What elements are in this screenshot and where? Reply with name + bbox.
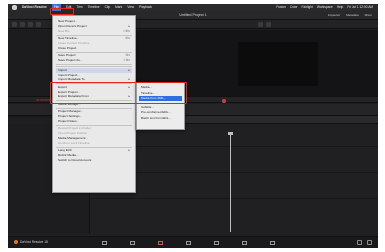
zoom-icon[interactable]: [266, 22, 271, 27]
menu-item-shortcut: ⇧⌘S: [122, 57, 130, 62]
page-fusion-button[interactable]: [184, 240, 192, 246]
file-menu-item-switch-to-cloud-account[interactable]: Switch to Cloud Account: [56, 158, 132, 163]
menu-fairlight[interactable]: Fairlight: [302, 4, 313, 11]
menu-item-label: Lang ECF: [58, 148, 72, 152]
menu-workspace[interactable]: Workspace: [317, 4, 333, 11]
menu-item-label: Switch to Cloud Account: [58, 157, 92, 162]
file-menu-item-close-project[interactable]: Close Project: [56, 46, 132, 51]
metadata-button[interactable]: Metadata: [346, 13, 359, 17]
media-page-icon: [101, 241, 107, 245]
menu-item-label: Save Project: [58, 53, 76, 57]
file-menu-item-new-bin: New Bin ⇧⌘N: [56, 29, 132, 34]
color-page-icon: [213, 241, 219, 245]
import-submenu-item-pre-conformed-edl[interactable]: Pre-conformed EDL...: [139, 110, 182, 115]
menu-item-label: Open Recent Project: [58, 23, 87, 28]
apple-icon[interactable]: [12, 5, 17, 10]
menu-item-label: Import: [58, 67, 67, 72]
mixer-button[interactable]: Mixer: [365, 13, 372, 17]
page-deliver-button[interactable]: [268, 240, 276, 246]
menu-item-label: Project Settings...: [58, 114, 83, 118]
brand-text: DaVinci Resolve 18: [20, 240, 48, 244]
menu-separator: [56, 63, 132, 65]
settings-icon[interactable]: [367, 240, 372, 245]
menu-app-name[interactable]: DaVinci Resolve: [22, 4, 47, 11]
home-icon[interactable]: [357, 240, 362, 245]
menu-item-label: Import Project...: [58, 72, 80, 77]
viewer-mode-icon[interactable]: [258, 22, 263, 27]
file-menu-item-save-project-as[interactable]: Save Project As... ⇧⌘S: [56, 58, 132, 63]
menubar-clock: Fri Jul 1 12:00 AM: [347, 5, 373, 9]
page-navigation-bar: DaVinci Resolve 18: [8, 236, 378, 248]
menu-fusion[interactable]: Fusion: [276, 4, 286, 11]
fusion-page-icon: [185, 241, 191, 245]
menu-item-label: New Project...: [58, 19, 78, 23]
resolve-screen: DaVinci Resolve File Edit Trim Timeline …: [8, 4, 378, 248]
menu-item-label: Import Metadata To: [58, 77, 85, 82]
file-menu-dropdown: New Project... Open Recent Project ▸ New Bi…: [52, 15, 136, 193]
menu-item-label: Open Project Archive: [58, 131, 88, 135]
page-edit-button[interactable]: [156, 240, 164, 246]
file-menu-item-project-notes[interactable]: Project Notes...: [56, 119, 132, 124]
menu-trim[interactable]: Trim: [76, 4, 82, 11]
menu-item-label: Project Manager...: [58, 109, 84, 114]
highlight-box-import: [50, 82, 187, 104]
viewer-frame: [238, 42, 318, 86]
menu-item-label: Save Project As...: [58, 57, 83, 62]
inspector-button[interactable]: Inspector: [328, 13, 340, 17]
page-fairlight-button[interactable]: [240, 240, 248, 246]
sound-library-icon[interactable]: [36, 22, 41, 27]
brand-label: DaVinci Resolve 18: [14, 240, 48, 245]
menu-mark[interactable]: Mark: [115, 4, 122, 11]
import-submenu-item-batch-list-from-edl[interactable]: Batch List from EDL...: [139, 116, 182, 121]
page-media-button[interactable]: [100, 240, 108, 246]
edit-index-icon[interactable]: [28, 22, 33, 27]
menu-item-label: Reveal Project in Finder: [58, 126, 92, 131]
menu-color[interactable]: Color: [290, 4, 298, 11]
highlight-box-file-menu: [50, 8, 74, 15]
menu-timeline[interactable]: Timeline: [88, 4, 100, 11]
menu-item-label: Relink Media...: [58, 152, 79, 157]
fairlight-page-icon: [241, 241, 247, 245]
playhead-line: [230, 134, 231, 232]
resolve-logo-icon: [14, 240, 18, 245]
menu-item-label: New Bin: [58, 28, 70, 33]
menu-item-label: Conform Lock Timeline: [58, 140, 90, 145]
menubar-right: Fusion Color Fairlight Workspace Help Fr…: [276, 4, 373, 11]
menu-item-label: New Timeline...: [58, 36, 80, 40]
menu-item-label: Close Project: [58, 45, 77, 50]
effects-icon[interactable]: [20, 22, 25, 27]
menu-view[interactable]: View: [127, 4, 134, 11]
menu-item-label: Project Notes...: [58, 118, 80, 123]
menu-playback[interactable]: Playback: [139, 4, 152, 11]
menu-item-label: Media Management...: [58, 135, 88, 140]
record-icon[interactable]: [222, 98, 226, 103]
import-submenu-item-subtitle[interactable]: Subtitle...: [139, 105, 182, 110]
menu-item-shortcut: ⇧⌘N: [122, 28, 130, 33]
menu-item-label: Close Current Timeline: [58, 40, 90, 45]
menu-clip[interactable]: Clip: [105, 4, 111, 11]
page-cut-button[interactable]: [128, 240, 136, 246]
menu-help[interactable]: Help: [337, 4, 344, 11]
cut-page-icon: [129, 241, 135, 245]
media-pool-icon[interactable]: [12, 22, 17, 27]
edit-page-icon: [157, 241, 163, 245]
page-color-button[interactable]: [212, 240, 220, 246]
file-menu-item-conform-lock-timeline: Conform Lock Timeline: [56, 141, 132, 146]
deliver-page-icon: [269, 241, 275, 245]
